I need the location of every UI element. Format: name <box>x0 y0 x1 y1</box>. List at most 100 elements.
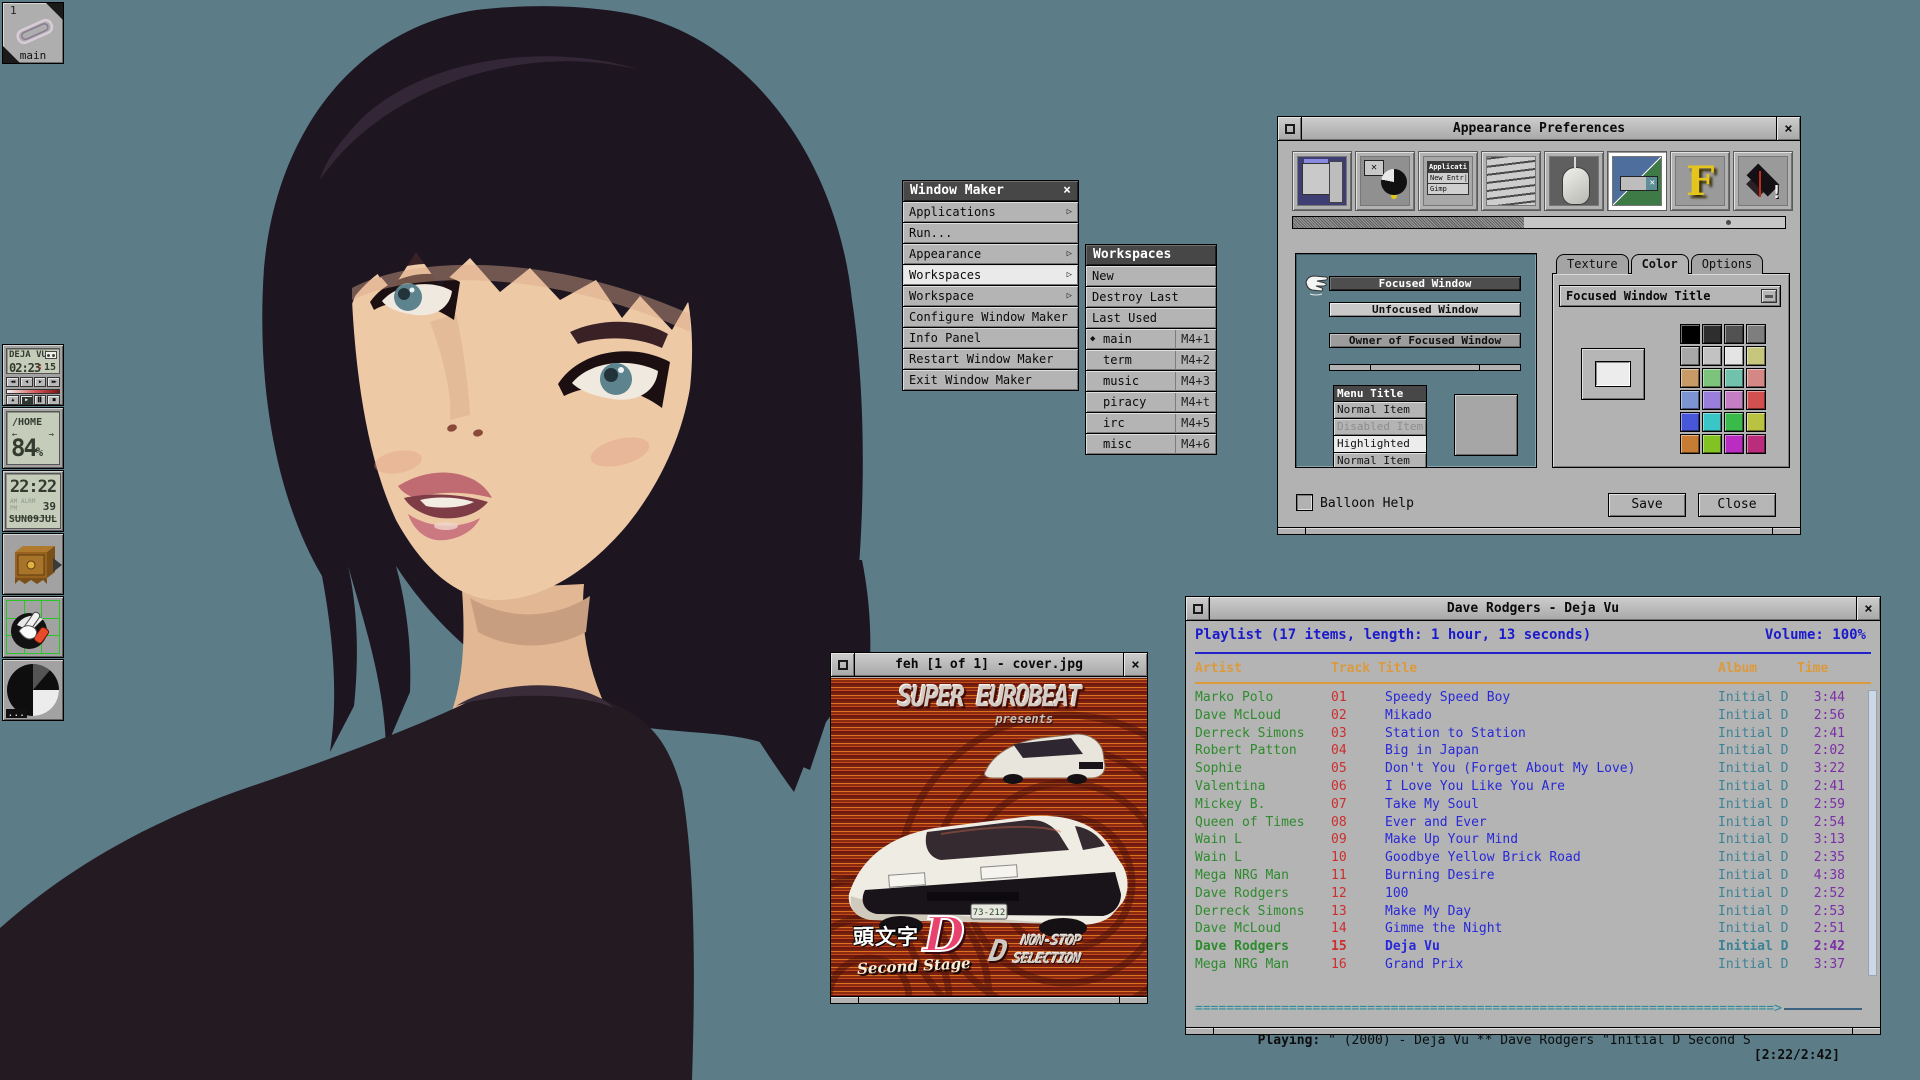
preview-icon-tile[interactable] <box>1454 394 1518 456</box>
track-row[interactable]: Queen of Times08Ever and EverInitial D2:… <box>1195 815 1858 833</box>
dockapp-config-tool[interactable] <box>2 596 64 658</box>
track-row[interactable]: Mega NRG Man16Grand PrixInitial D3:37 <box>1195 957 1858 975</box>
prefs-section-menus[interactable]: ApplicatiNew Entr|Gimp <box>1418 151 1478 211</box>
palette-color-swatch[interactable] <box>1724 412 1744 432</box>
palette-color-swatch[interactable] <box>1724 434 1744 454</box>
icon-scroll-strip[interactable] <box>1292 216 1786 229</box>
palette-color-swatch[interactable] <box>1724 390 1744 410</box>
drawer-open-arrow[interactable] <box>53 558 62 572</box>
tab-texture[interactable]: Texture <box>1556 254 1629 274</box>
miniaturize-button[interactable] <box>1278 117 1302 140</box>
pause-button[interactable]: ▌▌ <box>34 395 47 405</box>
dockapp-clock[interactable]: 22:22 AM ALRMPM 39 SUN09JUL <box>2 470 64 532</box>
close-prefs-button[interactable]: Close <box>1698 493 1776 517</box>
palette-color-swatch[interactable] <box>1702 412 1722 432</box>
track-row[interactable]: Derreck Simons03Station to StationInitia… <box>1195 726 1858 744</box>
track-row[interactable]: Mickey B.07Take My SoulInitial D2:59 <box>1195 797 1858 815</box>
palette-color-swatch[interactable] <box>1746 412 1766 432</box>
workspace-menu-item-piracy[interactable]: piracyM4+t <box>1085 392 1217 413</box>
player-miniaturize-button[interactable] <box>1186 597 1210 620</box>
menu-item-configure-window-maker[interactable]: Configure Window Maker <box>902 307 1079 328</box>
preview-resizebar[interactable] <box>1329 364 1521 371</box>
palette-color-swatch[interactable] <box>1680 324 1700 344</box>
prev-track-button[interactable]: ◀◀ <box>6 377 19 387</box>
rewind-button[interactable]: ◀ <box>20 377 33 387</box>
dropdown-popup-icon[interactable] <box>1761 289 1777 303</box>
next-track-button[interactable]: ▶▶ <box>47 377 60 387</box>
scroll-strip-knob[interactable] <box>1726 220 1731 225</box>
workspace-menu-item-term[interactable]: termM4+2 <box>1085 350 1217 371</box>
palette-color-swatch[interactable] <box>1746 390 1766 410</box>
track-row[interactable]: Dave Rodgers12100Initial D2:52 <box>1195 886 1858 904</box>
save-button[interactable]: Save <box>1608 493 1686 517</box>
dockapp-disk-monitor[interactable]: /HOME ←→ 84% <box>2 407 64 469</box>
workspace-menu-item-last-used[interactable]: Last Used <box>1085 308 1217 329</box>
palette-color-swatch[interactable] <box>1746 346 1766 366</box>
eject-button[interactable]: ▲ <box>6 395 19 405</box>
palette-color-swatch[interactable] <box>1724 324 1744 344</box>
player-close-button[interactable]: × <box>1856 597 1880 620</box>
menu-item-exit-window-maker[interactable]: Exit Window Maker <box>902 370 1079 391</box>
preview-menu-disabled-item[interactable]: Disabled Item <box>1333 419 1427 436</box>
track-row[interactable]: Valentina06I Love You Like You AreInitia… <box>1195 779 1858 797</box>
prefs-section-font[interactable] <box>1670 151 1730 211</box>
palette-color-swatch[interactable] <box>1680 346 1700 366</box>
palette-color-swatch[interactable] <box>1680 412 1700 432</box>
player-titlebar[interactable]: Dave Rodgers - Deja Vu × <box>1186 597 1880 621</box>
tab-color[interactable]: Color <box>1631 254 1689 274</box>
color-target-dropdown[interactable]: Focused Window Title <box>1559 285 1781 307</box>
prefs-section-window-handling[interactable] <box>1355 151 1415 211</box>
menu-item-workspaces[interactable]: Workspaces▷ <box>902 265 1079 286</box>
palette-color-swatch[interactable] <box>1746 434 1766 454</box>
track-row[interactable]: Wain L10Goodbye Yellow Brick RoadInitial… <box>1195 850 1858 868</box>
feh-resizebar[interactable] <box>831 996 1147 1003</box>
track-row[interactable]: Derreck Simons13Make My DayInitial D2:53 <box>1195 904 1858 922</box>
menu-item-applications[interactable]: Applications▷ <box>902 202 1079 223</box>
clip-next-arrow[interactable] <box>46 3 63 20</box>
palette-color-swatch[interactable] <box>1724 346 1744 366</box>
menu-item-appearance[interactable]: Appearance▷ <box>902 244 1079 265</box>
feh-miniaturize-button[interactable] <box>831 653 855 676</box>
tab-options[interactable]: Options <box>1691 254 1764 274</box>
palette-color-swatch[interactable] <box>1746 324 1766 344</box>
workspace-menu-item-new[interactable]: New <box>1085 266 1217 287</box>
track-row[interactable]: Marko Polo01Speedy Speed BoyInitial D3:4… <box>1195 690 1858 708</box>
track-row[interactable]: Mega NRG Man11Burning DesireInitial D4:3… <box>1195 868 1858 886</box>
playlist-scrollbar[interactable] <box>1868 690 1877 976</box>
balloon-help-checkbox[interactable] <box>1296 494 1313 511</box>
dockapp-ball[interactable]: ... <box>2 659 64 721</box>
palette-color-swatch[interactable] <box>1702 434 1722 454</box>
preview-owner-window[interactable]: Owner of Focused Window <box>1329 333 1521 348</box>
dockapp-drawer[interactable] <box>2 533 64 595</box>
workspace-menu-item-irc[interactable]: ircM4+5 <box>1085 413 1217 434</box>
dockapp-music-player[interactable]: DEJA VU 02:23 : 15 ◀◀ ◀ ▶ ▶▶ ▲ ▶ ▌▌ ■ <box>2 344 64 406</box>
prefs-section-appearance[interactable] <box>1607 151 1667 211</box>
workspace-menu-item-misc[interactable]: miscM4+6 <box>1085 434 1217 455</box>
workspace-menu-item-music[interactable]: musicM4+3 <box>1085 371 1217 392</box>
palette-color-swatch[interactable] <box>1680 368 1700 388</box>
menu-item-workspace[interactable]: Workspace▷ <box>902 286 1079 307</box>
prefs-resizebar[interactable] <box>1278 527 1800 534</box>
preview-menu-highlighted[interactable]: Highlighted <box>1333 436 1427 453</box>
color-well[interactable] <box>1581 348 1645 400</box>
preview-menu-menu-title[interactable]: Menu Title <box>1333 385 1427 402</box>
stop-button[interactable]: ■ <box>47 395 60 405</box>
palette-color-swatch[interactable] <box>1746 368 1766 388</box>
palette-color-swatch[interactable] <box>1680 390 1700 410</box>
preview-menu-normal-item[interactable]: Normal Item <box>1333 402 1427 419</box>
prefs-section-expert[interactable] <box>1733 151 1793 211</box>
prefs-section-mouse[interactable] <box>1544 151 1604 211</box>
menu-item-restart-window-maker[interactable]: Restart Window Maker <box>902 349 1079 370</box>
workspace-clip[interactable]: 1 main <box>2 2 64 64</box>
palette-color-swatch[interactable] <box>1702 368 1722 388</box>
workspaces-menu-titlebar[interactable]: Workspaces <box>1085 244 1217 266</box>
feh-titlebar[interactable]: feh [1 of 1] - cover.jpg × <box>831 653 1147 677</box>
preview-focused-window[interactable]: Focused Window <box>1329 276 1521 291</box>
close-button[interactable]: × <box>1776 117 1800 140</box>
track-row[interactable]: Dave McLoud14Gimme the NightInitial D2:5… <box>1195 921 1858 939</box>
track-row[interactable]: Dave Rodgers15Deja VuInitial D2:42 <box>1195 939 1858 957</box>
palette-color-swatch[interactable] <box>1680 434 1700 454</box>
track-progress-bar[interactable]: ========================================… <box>1195 1001 1862 1016</box>
preview-menu-normal-item[interactable]: Normal Item <box>1333 453 1427 468</box>
track-row[interactable]: Robert Patton04Big in JapanInitial D2:02 <box>1195 743 1858 761</box>
